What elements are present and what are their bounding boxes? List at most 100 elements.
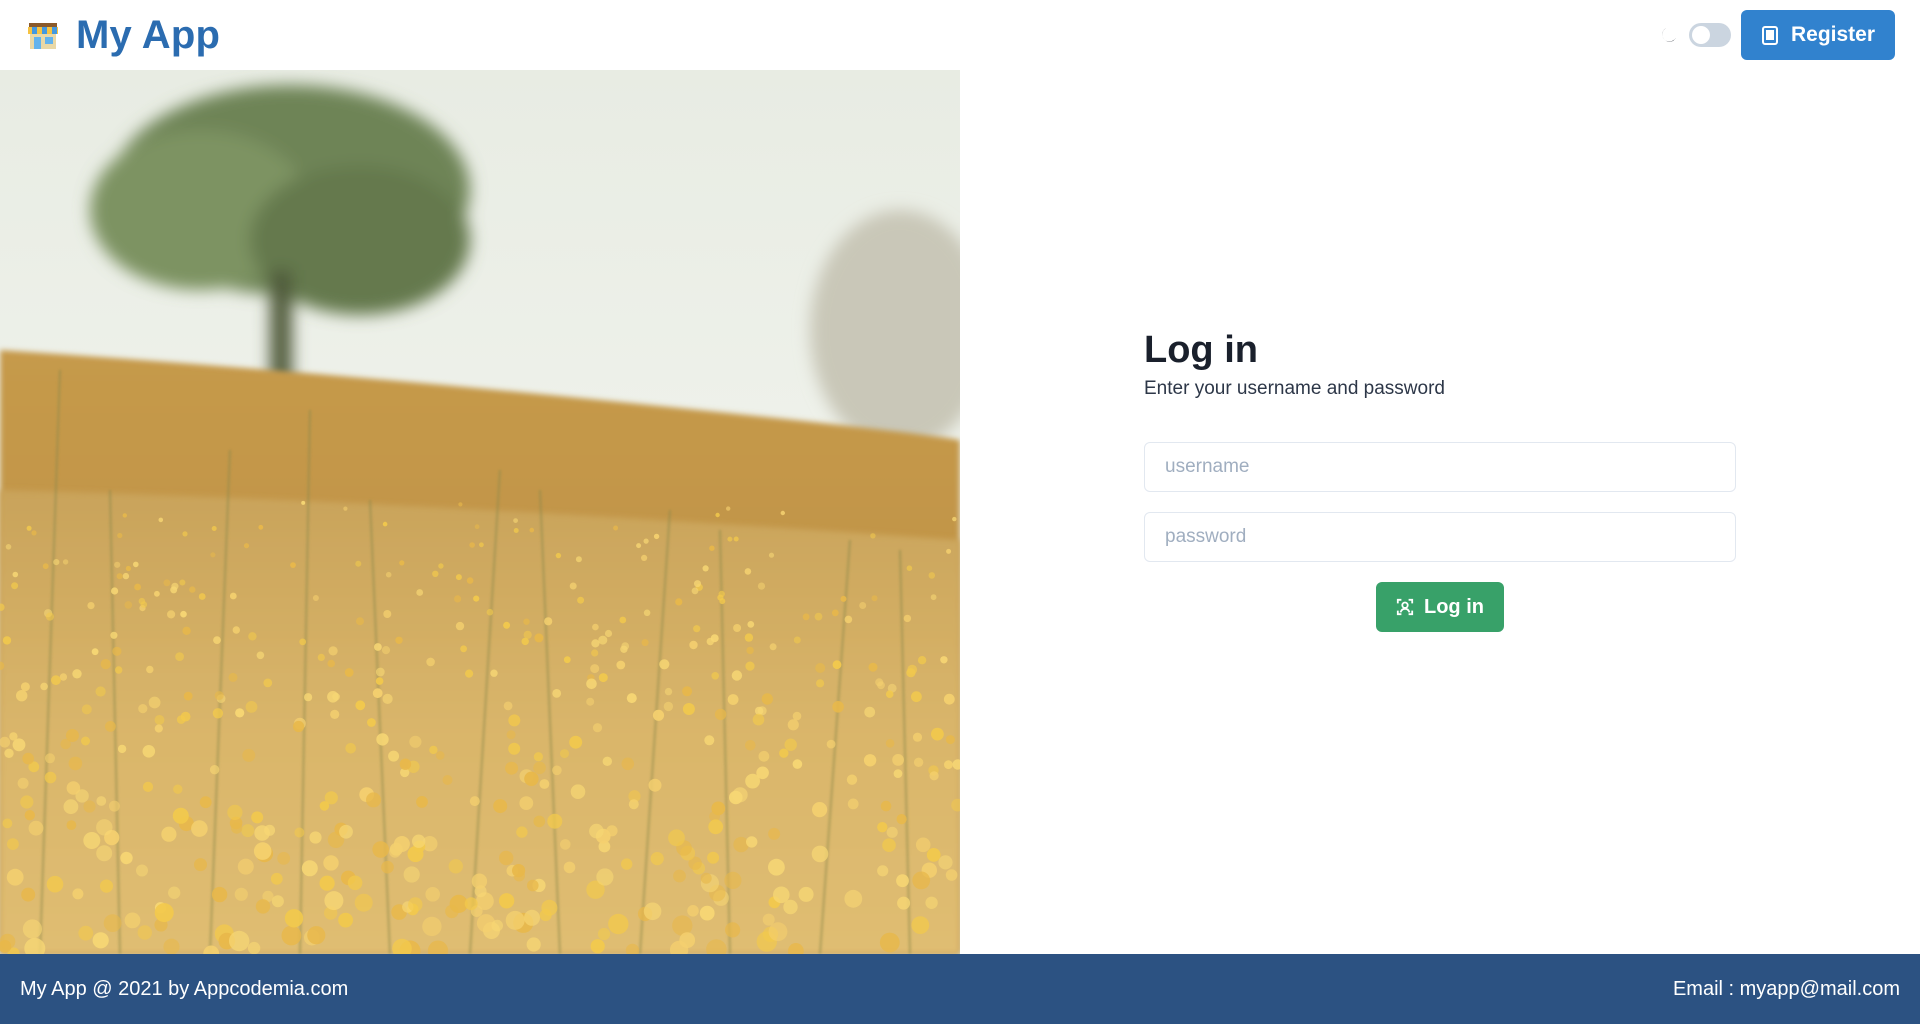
flower-dot (897, 896, 911, 910)
flower-dot (592, 723, 603, 733)
flower-dot (231, 822, 243, 834)
flower-dot (416, 589, 424, 596)
flower-dot (26, 525, 32, 531)
flower-dot (91, 648, 99, 656)
flower-dot (422, 916, 442, 937)
flower-dot (859, 602, 867, 609)
flower-dot (469, 542, 475, 548)
flower-dot (142, 745, 156, 758)
flower-dot (709, 545, 715, 551)
brand[interactable]: My App (26, 13, 220, 58)
flower-dot (597, 927, 611, 941)
login-subtitle: Enter your username and password (1144, 378, 1445, 399)
flower-dot (679, 932, 696, 949)
flower-dot (591, 639, 600, 648)
flower-dot (136, 864, 148, 877)
flower-dot (602, 756, 612, 766)
login-button[interactable]: Log in (1376, 582, 1504, 632)
brand-title: My App (76, 12, 221, 57)
flower-dot (946, 548, 952, 554)
flower-dot (868, 662, 878, 672)
flower-dot (840, 595, 847, 602)
flower-dot (779, 748, 789, 758)
flower-dot (455, 621, 465, 631)
flower-dot (893, 769, 903, 778)
flower-dot (399, 560, 405, 566)
flower-dot (242, 748, 256, 762)
flower-dot (142, 781, 154, 793)
toggle-knob (1691, 26, 1710, 44)
flower-dot (575, 556, 582, 563)
flower-dot (211, 886, 228, 903)
flower-dot (92, 932, 109, 949)
flower-dot (435, 751, 445, 760)
flower-dot (711, 801, 726, 816)
flower-dot (826, 739, 836, 749)
flower-dot (355, 560, 362, 567)
flower-dot (870, 533, 876, 539)
flower-dot (499, 850, 514, 866)
flower-dot (137, 925, 152, 940)
flower-dot (569, 735, 583, 749)
flower-dot (784, 738, 797, 751)
username-input[interactable] (1144, 442, 1736, 492)
flower-dot (154, 724, 163, 733)
flower-dot (877, 822, 888, 833)
flower-dot (552, 765, 562, 776)
flower-dot (125, 565, 131, 572)
flower-dot (87, 602, 95, 610)
flower-dot (704, 735, 715, 746)
flower-dot (745, 661, 755, 671)
flower-dot (911, 691, 922, 703)
flower-dot (154, 903, 174, 923)
flower-dot (708, 819, 724, 835)
flower-dot (96, 796, 107, 806)
flower-dot (768, 827, 781, 840)
flower-dot (148, 696, 161, 709)
password-input[interactable] (1144, 512, 1736, 562)
flower-dot (787, 719, 799, 731)
flower-dot (158, 517, 164, 523)
flower-dot (663, 701, 674, 712)
flower-dot (744, 633, 754, 642)
flower-dot (344, 668, 354, 677)
flower-dot (214, 691, 224, 701)
flower-dot (96, 819, 113, 836)
flower-dot (408, 897, 423, 912)
flower-dot (879, 932, 900, 953)
dark-mode-toggle[interactable] (1688, 23, 1731, 47)
flower-dot (21, 887, 36, 902)
flower-dot (944, 760, 953, 770)
flower-dot (762, 913, 775, 926)
flower-dot (871, 595, 878, 602)
flower-dot (643, 538, 649, 544)
flower-dot (882, 838, 896, 852)
flower-dot (913, 757, 924, 767)
flower-dot (323, 855, 339, 871)
flower-dot (844, 615, 853, 624)
flower-dot (798, 886, 814, 902)
flower-dot (407, 846, 424, 863)
flower-dot (682, 686, 693, 697)
flower-dot (636, 543, 642, 549)
flower-dot (375, 667, 385, 677)
flower-dot (247, 941, 261, 954)
flower-dot (146, 665, 154, 674)
register-button[interactable]: Register (1740, 10, 1895, 60)
flower-dot (555, 552, 562, 559)
flower-dot (943, 693, 955, 705)
flower-dot (621, 642, 630, 650)
flower-dot (180, 610, 187, 618)
flower-dot (16, 690, 28, 702)
flower-dot (458, 502, 463, 507)
flower-dot (354, 893, 373, 912)
flower-dot (885, 690, 894, 698)
flower-dot (399, 758, 412, 770)
flower-dot (877, 865, 889, 877)
flower-dot (66, 820, 77, 830)
flower-dot (586, 678, 597, 690)
flower-dot (374, 643, 382, 651)
flower-dot (416, 796, 428, 808)
flower-dot (498, 893, 515, 909)
flower-dot (812, 802, 828, 818)
